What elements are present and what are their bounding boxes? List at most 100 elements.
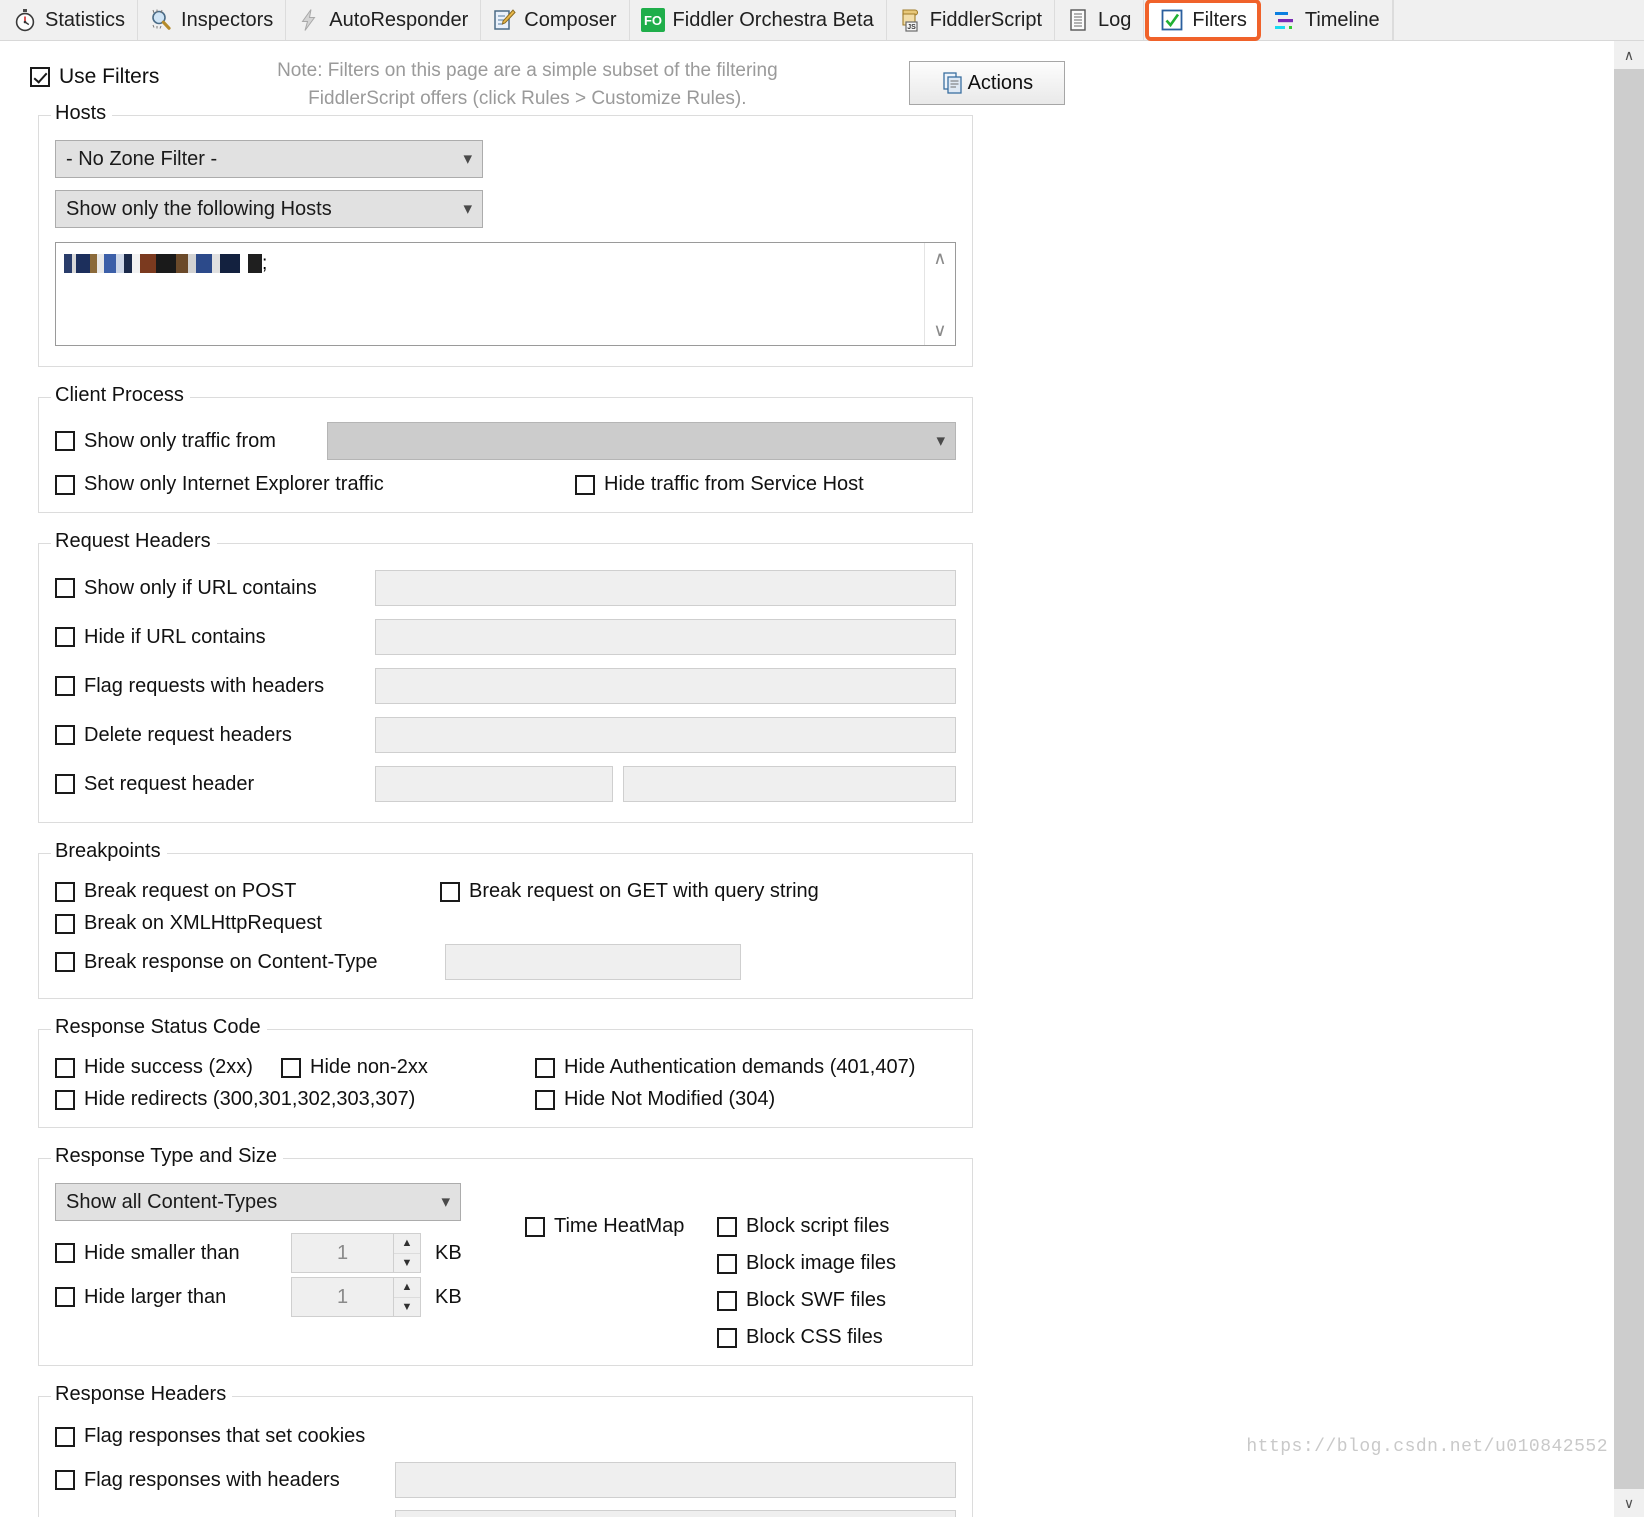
break-xhr-checkbox[interactable]	[55, 914, 75, 934]
tab-inspectors[interactable]: Inspectors	[138, 0, 286, 40]
flag-set-cookies-checkbox[interactable]	[55, 1427, 75, 1447]
zone-filter-select[interactable]: - No Zone Filter - ▾	[55, 140, 483, 178]
show-only-url-contains-checkbox[interactable]	[55, 578, 75, 598]
hide-auth-demands-label: Hide Authentication demands (401,407)	[564, 1056, 915, 1079]
client-process-group-title: Client Process	[51, 384, 190, 407]
flag-responses-with-headers-checkbox[interactable]	[55, 1470, 75, 1490]
hide-smaller-than-stepper[interactable]: 1 ▲ ▼	[291, 1233, 421, 1273]
client-process-toggles: Show only Internet Explorer traffic Hide…	[55, 473, 956, 496]
flag-responses-with-headers-row: Flag responses with headers	[55, 1462, 956, 1498]
chevron-down-icon: ▾	[463, 199, 472, 219]
chevron-down-icon: ▾	[463, 149, 472, 169]
fo-badge-icon: FO	[640, 7, 666, 33]
hide-redirects-label: Hide redirects (300,301,302,303,307)	[84, 1088, 415, 1111]
hide-redirects-checkbox[interactable]	[55, 1090, 75, 1110]
flag-responses-with-headers-label: Flag responses with headers	[84, 1469, 340, 1492]
tab-bar-filler	[1393, 0, 1644, 40]
client-process-select[interactable]: ▾	[327, 422, 956, 460]
use-filters-row[interactable]: Use Filters	[30, 65, 159, 89]
break-request-post-checkbox[interactable]	[55, 882, 75, 902]
filters-header-row: Use Filters Note: Filters on this page a…	[0, 41, 1528, 103]
hide-not-modified-label: Hide Not Modified (304)	[564, 1088, 775, 1111]
block-image-files-row: Block image files	[717, 1252, 956, 1275]
hide-url-contains-checkbox[interactable]	[55, 627, 75, 647]
stepper-up-icon[interactable]: ▲	[394, 1278, 420, 1298]
delete-request-headers-input[interactable]	[375, 717, 956, 753]
hide-larger-than-checkbox[interactable]	[55, 1287, 75, 1307]
block-script-files-row: Block script files	[717, 1215, 956, 1238]
watermark-text: https://blog.csdn.net/u010842552	[1246, 1437, 1608, 1457]
response-status-group-title: Response Status Code	[51, 1016, 267, 1039]
time-heatmap-checkbox[interactable]	[525, 1217, 545, 1237]
tab-timeline[interactable]: Timeline	[1262, 0, 1393, 40]
hide-url-contains-label-wrap: Hide if URL contains	[55, 626, 375, 649]
hide-non2xx-checkbox[interactable]	[281, 1058, 301, 1078]
page-vertical-scrollbar[interactable]: ∧ ∨	[1614, 41, 1644, 1517]
break-response-content-type-label-wrap: Break response on Content-Type	[55, 951, 445, 974]
chevron-down-icon: ▾	[936, 431, 945, 451]
tab-filters[interactable]: Filters	[1145, 0, 1260, 41]
delete-request-headers-label: Delete request headers	[84, 724, 292, 747]
flag-responses-with-headers-input[interactable]	[395, 1462, 956, 1498]
use-filters-checkbox[interactable]	[30, 67, 50, 87]
stepper-up-icon[interactable]: ▲	[394, 1234, 420, 1254]
scroll-thumb[interactable]	[1614, 69, 1644, 1489]
block-swf-files-label: Block SWF files	[746, 1289, 886, 1312]
flag-requests-with-headers-checkbox[interactable]	[55, 676, 75, 696]
set-request-header-row: Set request header	[55, 766, 956, 802]
stepper-down-icon[interactable]: ▼	[394, 1298, 420, 1317]
block-image-files-checkbox[interactable]	[717, 1254, 737, 1274]
hide-larger-than-label: Hide larger than	[84, 1286, 226, 1309]
hide-not-modified-checkbox[interactable]	[535, 1090, 555, 1110]
response-headers-group: Response Headers Flag responses that set…	[38, 1396, 973, 1517]
set-request-header-name-input[interactable]	[375, 766, 613, 802]
filters-note: Note: Filters on this page are a simple …	[197, 57, 857, 113]
block-css-files-checkbox[interactable]	[717, 1328, 737, 1348]
request-headers-group: Request Headers Show only if URL contain…	[38, 543, 973, 823]
stepper-down-icon[interactable]: ▼	[394, 1254, 420, 1273]
hide-url-contains-input[interactable]	[375, 619, 956, 655]
show-only-ie-checkbox[interactable]	[55, 475, 75, 495]
hide-smaller-than-stepper-buttons[interactable]: ▲ ▼	[393, 1234, 420, 1272]
set-request-header-value-input[interactable]	[623, 766, 956, 802]
scroll-up-icon[interactable]: ∧	[933, 249, 946, 267]
tab-fiddler-orchestra[interactable]: FO Fiddler Orchestra Beta	[630, 0, 887, 40]
show-only-traffic-from-checkbox[interactable]	[55, 431, 75, 451]
flag-requests-with-headers-input[interactable]	[375, 668, 956, 704]
tab-log[interactable]: Log	[1055, 0, 1144, 40]
host-list-textarea[interactable]: ; ∧ ∨	[55, 242, 956, 346]
hide-success-label: Hide success (2xx)	[84, 1056, 253, 1079]
tab-composer[interactable]: Composer	[481, 0, 629, 40]
tab-autoresponder[interactable]: AutoResponder	[286, 0, 481, 40]
hide-service-host-checkbox[interactable]	[575, 475, 595, 495]
hide-larger-than-stepper[interactable]: 1 ▲ ▼	[291, 1277, 421, 1317]
break-response-content-type-checkbox[interactable]	[55, 952, 75, 972]
actions-button[interactable]: Actions	[909, 61, 1065, 105]
tab-fiddlerscript[interactable]: JS FiddlerScript	[887, 0, 1055, 40]
block-swf-files-checkbox[interactable]	[717, 1291, 737, 1311]
break-request-get-query-checkbox[interactable]	[440, 882, 460, 902]
flag-responses-with-headers-label-wrap: Flag responses with headers	[55, 1469, 395, 1492]
redacted-host-text	[64, 254, 262, 273]
hide-success-checkbox[interactable]	[55, 1058, 75, 1078]
host-mode-select[interactable]: Show only the following Hosts ▾	[55, 190, 483, 228]
document-lines-icon	[1065, 7, 1091, 33]
break-response-content-type-input[interactable]	[445, 944, 741, 980]
block-script-files-checkbox[interactable]	[717, 1217, 737, 1237]
show-only-url-contains-input[interactable]	[375, 570, 956, 606]
tab-statistics[interactable]: Statistics	[2, 0, 138, 40]
hide-auth-demands-row: Hide Authentication demands (401,407)	[535, 1056, 915, 1079]
host-list-scrollbar[interactable]: ∧ ∨	[924, 243, 955, 345]
hide-larger-than-stepper-buttons[interactable]: ▲ ▼	[393, 1278, 420, 1316]
hide-smaller-than-checkbox[interactable]	[55, 1243, 75, 1263]
break-response-content-type-label: Break response on Content-Type	[84, 951, 378, 974]
scroll-down-icon[interactable]: ∨	[933, 321, 946, 339]
scroll-down-button[interactable]: ∨	[1614, 1489, 1644, 1517]
set-request-header-checkbox[interactable]	[55, 774, 75, 794]
scroll-up-button[interactable]: ∧	[1614, 41, 1644, 69]
content-types-select[interactable]: Show all Content-Types ▾	[55, 1183, 461, 1221]
hide-non2xx-row: Hide non-2xx	[281, 1056, 535, 1079]
hide-auth-demands-checkbox[interactable]	[535, 1058, 555, 1078]
host-list-value: ;	[56, 243, 924, 345]
delete-request-headers-checkbox[interactable]	[55, 725, 75, 745]
